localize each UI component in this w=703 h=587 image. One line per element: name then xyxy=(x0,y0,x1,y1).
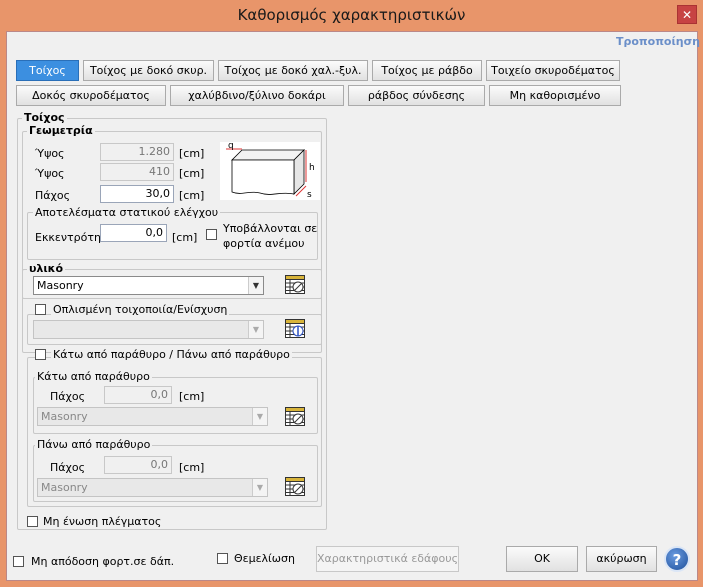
window-section-checkbox[interactable] xyxy=(35,349,46,360)
diagram-h-label: h xyxy=(309,163,315,173)
height-label-1: Ύψος xyxy=(35,147,65,160)
chevron-down-icon[interactable]: ▼ xyxy=(248,321,263,338)
above-material-value: Masonry xyxy=(41,481,88,494)
dialog-window: Καθορισμός χαρακτηριστικών ✕ Τροποποίηση… xyxy=(0,0,703,587)
chevron-down-icon[interactable]: ▼ xyxy=(252,479,267,496)
reinforcement-library-icon[interactable] xyxy=(285,319,305,338)
height-label-2: Ύψος xyxy=(35,167,65,180)
height-input-1[interactable]: 1.280 xyxy=(100,143,174,161)
above-thickness-unit: [cm] xyxy=(179,461,205,474)
reinforced-checkbox[interactable] xyxy=(35,304,46,315)
below-thickness-input[interactable]: 0,0 xyxy=(104,386,172,404)
help-icon[interactable]: ? xyxy=(664,546,690,572)
soil-characteristics-button[interactable]: Χαρακτηριστικά εδάφους xyxy=(316,546,459,572)
wall-group-title: Τοίχος xyxy=(22,111,67,124)
no-mesh-checkbox[interactable] xyxy=(27,516,38,527)
eccentricity-unit: [cm] xyxy=(172,231,198,244)
wall-diagram-icon: q h s xyxy=(220,142,320,200)
no-load-checkbox[interactable] xyxy=(13,556,24,567)
eccentricity-input[interactable]: 0,0 xyxy=(100,224,167,242)
tab-wall[interactable]: Τοίχος xyxy=(16,60,79,81)
static-results-title: Αποτελέσματα στατικού ελέγχου xyxy=(33,206,221,219)
diagram-s-label: s xyxy=(307,190,312,200)
chevron-down-icon[interactable]: ▼ xyxy=(252,408,267,425)
dialog-client: Τροποποίηση Τοίχος Τοίχος με δοκό σκυρ. … xyxy=(6,31,700,581)
material-select[interactable]: Masonry ▼ xyxy=(33,276,264,295)
foundation-label: Θεμελίωση xyxy=(234,552,295,565)
material-select-value: Masonry xyxy=(37,279,84,292)
no-load-label: Μη απόδοση φορτ.σε δάπ. xyxy=(31,555,175,568)
tab-concrete-wall[interactable]: Τοιχείο σκυροδέματος xyxy=(486,60,620,81)
below-thickness-label: Πάχος xyxy=(50,390,86,403)
height-unit-2: [cm] xyxy=(179,167,205,180)
above-thickness-input[interactable]: 0,0 xyxy=(104,456,172,474)
chevron-down-icon[interactable]: ▼ xyxy=(248,277,263,294)
material-library-icon[interactable] xyxy=(285,275,305,294)
wind-label-2: φορτία ανέμου xyxy=(223,237,305,250)
thickness-label: Πάχος xyxy=(35,189,71,202)
tab-steel-wood-beam[interactable]: χαλύβδινο/ξύλινο δοκάρι xyxy=(170,85,344,106)
tab-undefined[interactable]: Μη καθορισμένο xyxy=(489,85,621,106)
above-material-library-icon[interactable] xyxy=(285,477,305,496)
wind-load-checkbox[interactable] xyxy=(206,229,217,240)
window-title: Καθορισμός χαρακτηριστικών xyxy=(237,6,466,24)
eccentricity-label: Εκκεντρότητε xyxy=(35,231,101,244)
tab-concrete-beam[interactable]: Δοκός σκυροδέματος xyxy=(16,85,166,106)
tab-wall-steel-beam[interactable]: Τοίχος με δοκό χαλ.-ξυλ. xyxy=(218,60,368,81)
title-bar[interactable]: Καθορισμός χαρακτηριστικών ✕ xyxy=(0,0,703,31)
below-material-select[interactable]: Masonry ▼ xyxy=(37,407,268,426)
close-button[interactable]: ✕ xyxy=(677,5,697,24)
thickness-input[interactable]: 30,0 xyxy=(100,185,174,203)
above-window-title: Πάνω από παράθυρο xyxy=(35,438,153,451)
diagram-q-label: q xyxy=(228,142,234,151)
reinforced-select[interactable]: ▼ xyxy=(33,320,264,339)
no-mesh-label: Μη ένωση πλέγματος xyxy=(43,515,162,528)
below-material-library-icon[interactable] xyxy=(285,407,305,426)
reinforced-label: Οπλισμένη τοιχοποιία/Ενίσχυση xyxy=(51,303,230,316)
tab-connection-rod[interactable]: ράβδος σύνδεσης xyxy=(348,85,485,106)
tab-wall-rod[interactable]: Τοίχος με ράβδο xyxy=(372,60,482,81)
tab-wall-concrete-beam[interactable]: Τοίχος με δοκό σκυρ. xyxy=(83,60,214,81)
ok-button[interactable]: OK xyxy=(506,546,578,572)
above-material-select[interactable]: Masonry ▼ xyxy=(37,478,268,497)
thickness-unit: [cm] xyxy=(179,189,205,202)
below-thickness-unit: [cm] xyxy=(179,390,205,403)
wind-label-1: Υποβάλλονται σε xyxy=(223,222,318,235)
window-section-label: Κάτω από παράθυρο / Πάνω από παράθυρο xyxy=(51,348,292,361)
above-thickness-label: Πάχος xyxy=(50,461,86,474)
below-material-value: Masonry xyxy=(41,410,88,423)
height-input-2[interactable]: 410 xyxy=(100,163,174,181)
foundation-checkbox[interactable] xyxy=(217,553,228,564)
geometry-title: Γεωμετρία xyxy=(27,124,95,137)
modify-link[interactable]: Τροποποίηση xyxy=(616,35,700,48)
height-unit-1: [cm] xyxy=(179,147,205,160)
cancel-button[interactable]: ακύρωση xyxy=(586,546,657,572)
material-title: υλικό xyxy=(27,262,66,275)
below-window-title: Κάτω από παράθυρο xyxy=(35,370,152,383)
